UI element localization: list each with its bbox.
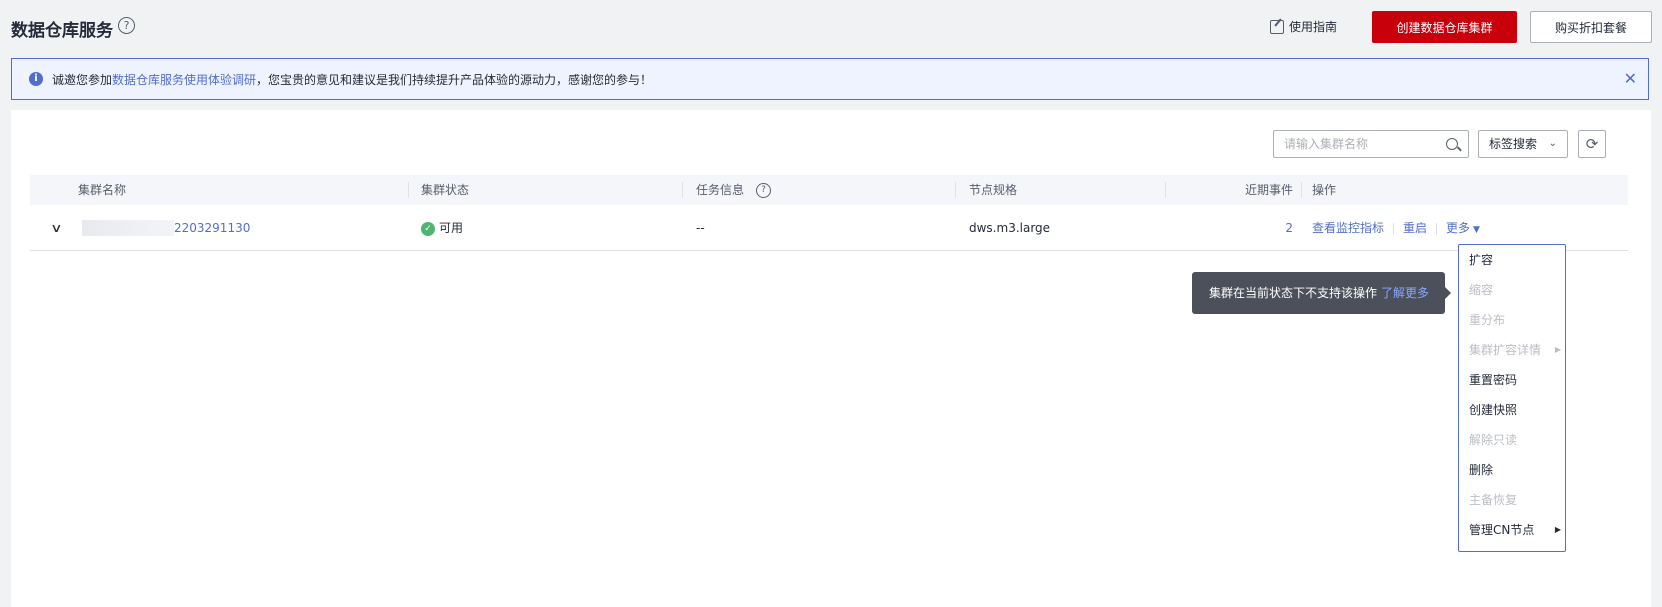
help-icon[interactable]: ? [756, 183, 772, 198]
node-spec-value: dws.m3.large [969, 221, 1051, 235]
col-operations: 操作 [1312, 183, 1337, 197]
menu-item-scale-details: 集群扩容详情 ▶ [1469, 335, 1561, 365]
column-divider [1165, 182, 1166, 198]
row-operations: 查看监控指标 重启 更多 ▼ [1312, 205, 1480, 251]
status-text: 可用 [439, 221, 464, 235]
tooltip-text: 集群在当前状态下不支持该操作 [1209, 286, 1378, 300]
menu-item-label: 创建快照 [1469, 403, 1518, 417]
cluster-search-input[interactable] [1274, 131, 1444, 157]
user-guide-link[interactable]: 使用指南 [1270, 18, 1337, 35]
menu-item-cancel-readonly: 解除只读 [1469, 425, 1561, 455]
help-icon[interactable]: ? [118, 17, 135, 34]
notice-text: 诚邀您参加数据仓库服务使用体验调研，您宝贵的意见和建议是我们持续提升产品体验的源… [52, 71, 652, 88]
notice-prefix: 诚邀您参加 [52, 72, 113, 87]
submenu-arrow-icon: ▶ [1554, 525, 1561, 534]
more-actions-menu: 扩容 缩容 重分布 集群扩容详情 ▶ 重置密码 创建快照 解除只读 删除 主备恢复… [1458, 244, 1566, 552]
close-icon[interactable]: ✕ [1624, 69, 1637, 88]
cluster-status: ✓ 可用 [421, 205, 463, 251]
create-cluster-button[interactable]: 创建数据仓库集群 [1372, 11, 1517, 43]
menu-item-delete[interactable]: 删除 [1469, 455, 1561, 485]
menu-item-label: 扩容 [1469, 253, 1494, 267]
column-divider [408, 182, 409, 198]
more-dropdown-trigger[interactable]: 更多 [1446, 221, 1470, 235]
search-icon[interactable] [1446, 138, 1458, 150]
notice-suffix: ，您宝贵的意见和建议是我们持续提升产品体验的源动力，感谢您的参与！ [256, 72, 653, 87]
cluster-search-box [1273, 130, 1469, 158]
menu-item-manage-cn-nodes[interactable]: 管理CN节点 ▶ [1469, 515, 1561, 545]
menu-item-scale-in: 缩容 [1469, 275, 1561, 305]
edit-doc-icon [1270, 19, 1284, 34]
column-divider [955, 182, 956, 198]
submenu-arrow-icon: ▶ [1554, 345, 1561, 354]
expand-row-icon[interactable]: ∨ [50, 205, 62, 251]
user-guide-label: 使用指南 [1289, 20, 1338, 34]
page-title: 数据仓库服务 [11, 21, 113, 41]
buy-package-button[interactable]: 购买折扣套餐 [1530, 11, 1652, 43]
col-cluster-name: 集群名称 [78, 183, 127, 197]
column-divider [682, 182, 683, 198]
col-task-info-label: 任务信息 [696, 183, 745, 197]
disabled-tooltip: 集群在当前状态下不支持该操作 了解更多 [1192, 272, 1451, 314]
menu-item-label: 缩容 [1469, 283, 1494, 297]
table-header: 集群名称 集群状态 任务信息? 节点规格 近期事件 操作 [30, 175, 1628, 205]
menu-item-label: 重分布 [1469, 313, 1506, 327]
col-node-spec: 节点规格 [969, 183, 1018, 197]
menu-item-label: 集群扩容详情 [1469, 343, 1542, 357]
survey-notice: i 诚邀您参加数据仓库服务使用体验调研，您宝贵的意见和建议是我们持续提升产品体验… [11, 58, 1649, 100]
info-icon: i [29, 72, 43, 86]
cluster-name-link[interactable]: 2203291130 [174, 205, 250, 251]
table-row: ∨ 2203291130 ✓ 可用 -- dws.m3.large 2 查看监控指… [30, 205, 1628, 251]
col-cluster-status: 集群状态 [421, 183, 470, 197]
menu-item-redistribute: 重分布 [1469, 305, 1561, 335]
recent-events-link[interactable]: 2 [1173, 205, 1293, 251]
menu-item-primary-standby-recovery: 主备恢复 [1469, 485, 1561, 515]
caret-down-icon: ▼ [1473, 225, 1480, 235]
restart-link[interactable]: 重启 [1403, 221, 1427, 235]
refresh-icon[interactable]: ⟳ [1578, 130, 1606, 158]
learn-more-link[interactable]: 了解更多 [1381, 286, 1429, 300]
check-circle-icon: ✓ [421, 221, 435, 236]
menu-item-scale-out[interactable]: 扩容 [1469, 245, 1561, 275]
ops-divider [1436, 222, 1438, 235]
col-task-info: 任务信息? [696, 175, 772, 205]
view-metrics-link[interactable]: 查看监控指标 [1312, 221, 1384, 235]
menu-item-label: 管理CN节点 [1469, 523, 1535, 537]
col-recent-events: 近期事件 [1244, 183, 1293, 197]
ops-divider [1393, 222, 1395, 235]
task-info-value: -- [696, 221, 705, 235]
column-divider [1301, 182, 1302, 198]
menu-item-create-snapshot[interactable]: 创建快照 [1469, 395, 1561, 425]
survey-link[interactable]: 数据仓库服务使用体验调研 [112, 73, 256, 87]
chevron-down-icon: ⌄ [1548, 138, 1557, 149]
menu-item-reset-password[interactable]: 重置密码 [1469, 365, 1561, 395]
tag-search-button[interactable]: 标签搜索 ⌄ [1478, 130, 1568, 158]
menu-item-label: 主备恢复 [1469, 493, 1518, 507]
redacted-name [82, 220, 174, 236]
menu-item-label: 删除 [1469, 463, 1494, 477]
menu-item-label: 解除只读 [1469, 433, 1518, 447]
tag-search-label: 标签搜索 [1489, 137, 1538, 151]
menu-item-label: 重置密码 [1469, 373, 1518, 387]
